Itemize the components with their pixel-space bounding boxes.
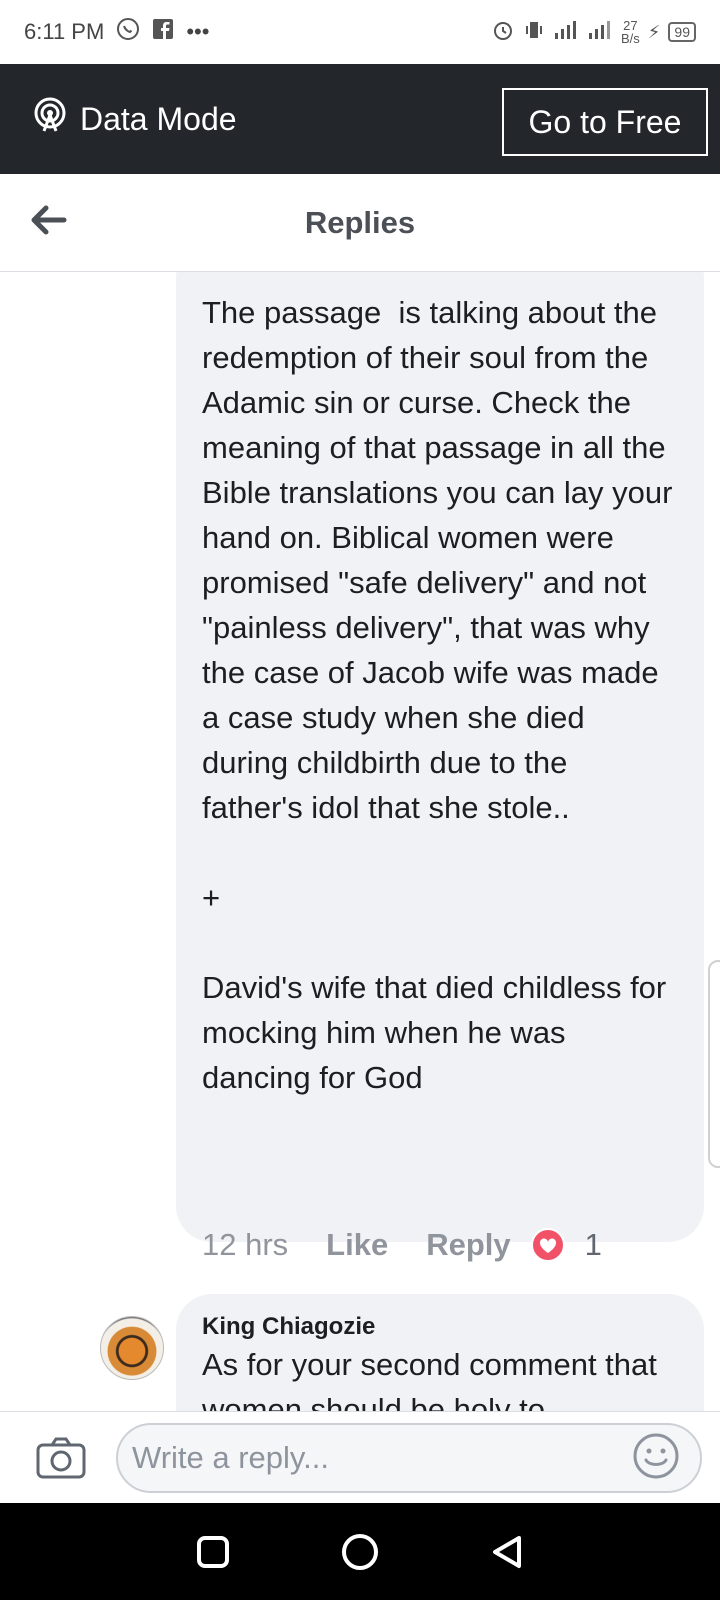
data-mode-indicator: Data Mode [32, 97, 237, 141]
comment-meta: 12 hrs Like Reply 1 [202, 1227, 602, 1263]
charging-icon: ⚡ [647, 21, 661, 42]
camera-icon[interactable] [36, 1437, 86, 1479]
home-circle-icon[interactable] [338, 1530, 382, 1574]
love-heart-icon[interactable] [530, 1228, 565, 1262]
vibrate-icon [523, 19, 545, 46]
avatar[interactable] [100, 1316, 164, 1380]
system-nav-bar [0, 1503, 720, 1600]
data-mode-bar: Data Mode Go to Free [0, 64, 720, 174]
broadcast-icon [32, 97, 68, 141]
battery-level: 99 [668, 22, 696, 42]
comment-time: 12 hrs [202, 1227, 289, 1262]
page-title: Replies [304, 204, 416, 240]
reaction-count[interactable]: 1 [585, 1227, 602, 1263]
status-left: 6:11 PM ••• [24, 17, 209, 47]
signal-2-icon [587, 19, 613, 46]
signal-1-icon [553, 19, 579, 46]
reply-input[interactable] [116, 1422, 702, 1493]
data-mode-label: Data Mode [80, 100, 237, 137]
comment-bubble[interactable]: The passage is talking about the redempt… [176, 272, 704, 1242]
comment-author[interactable]: King Chiagozie [202, 1312, 678, 1342]
status-bar: 6:11 PM ••• 27 B/s ⚡ 99 [0, 0, 720, 64]
go-to-free-button[interactable]: Go to Free [502, 88, 708, 156]
recents-square-icon[interactable] [191, 1530, 235, 1574]
like-button[interactable]: Like [326, 1227, 388, 1263]
status-time: 6:11 PM [24, 19, 105, 44]
replies-content[interactable]: The passage is talking about the redempt… [0, 272, 720, 1411]
status-right: 27 B/s ⚡ 99 [491, 18, 696, 47]
back-arrow-icon[interactable] [28, 200, 68, 240]
comment-bubble[interactable]: King Chiagozie As for your second commen… [176, 1294, 704, 1411]
back-triangle-icon[interactable] [485, 1530, 529, 1574]
emoji-icon[interactable] [632, 1432, 680, 1480]
reply-button[interactable]: Reply [426, 1227, 510, 1263]
whatsapp-icon [116, 17, 140, 47]
reply-composer [0, 1411, 720, 1503]
comment-text: The passage is talking about the redempt… [202, 295, 673, 1095]
facebook-icon [152, 18, 174, 46]
comment-text: As for your second comment that women sh… [202, 1347, 657, 1411]
scrollbar-thumb[interactable] [708, 960, 720, 1168]
alarm-icon [491, 18, 515, 47]
net-speed-unit: B/s [620, 31, 640, 46]
network-speed: 27 B/s [621, 19, 640, 45]
replies-header: Replies [0, 174, 720, 272]
more-notifications-icon: ••• [186, 19, 210, 44]
